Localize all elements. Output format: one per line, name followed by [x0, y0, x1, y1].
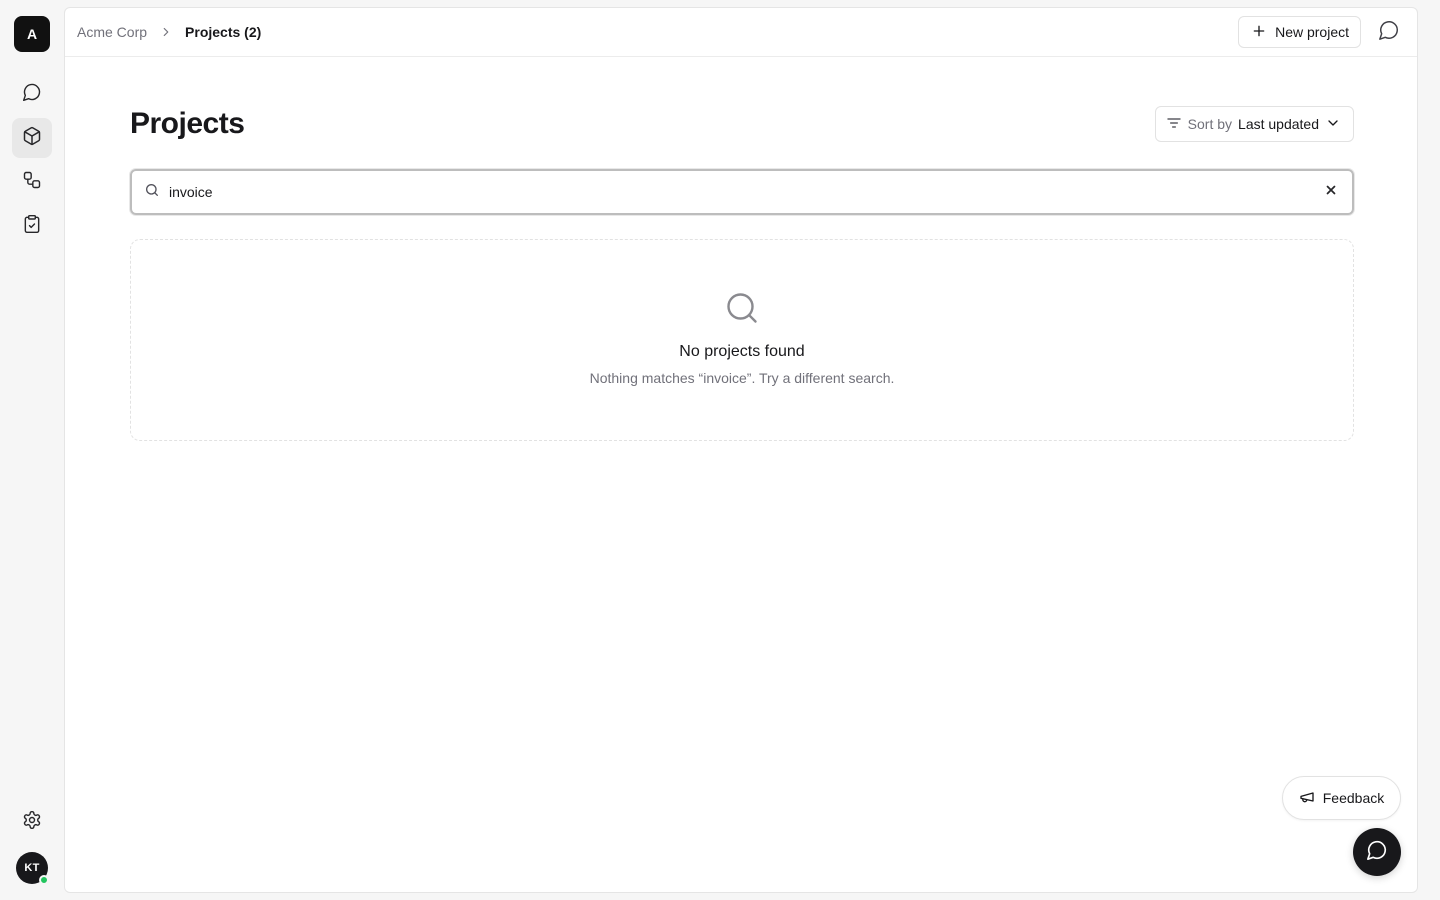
sort-value: Last updated	[1238, 116, 1319, 132]
settings-button[interactable]	[12, 802, 52, 842]
search-icon	[724, 290, 760, 326]
breadcrumb-root[interactable]: Acme Corp	[77, 24, 147, 40]
topbar-actions: New project	[1238, 16, 1405, 48]
new-project-button[interactable]: New project	[1238, 16, 1361, 48]
sidebar-item-workflows[interactable]	[12, 162, 52, 202]
content-header: Projects Sort by Last updated	[130, 106, 1354, 142]
plus-icon	[1251, 23, 1267, 42]
chevron-right-icon	[159, 25, 173, 39]
sidebar-item-tasks[interactable]	[12, 206, 52, 246]
filter-lines-icon	[1166, 115, 1182, 134]
sidebar-nav	[12, 74, 52, 246]
org-logo[interactable]: A	[14, 16, 50, 52]
empty-state-title: No projects found	[679, 343, 805, 360]
feedback-button[interactable]: Feedback	[1282, 776, 1401, 820]
workflow-icon	[22, 170, 42, 195]
search-input[interactable]	[169, 184, 1322, 200]
avatar[interactable]: KT	[16, 852, 49, 885]
sidebar: A KT	[0, 0, 64, 900]
page-title: Projects	[130, 107, 245, 140]
message-circle-icon	[1378, 19, 1400, 46]
assistant-button[interactable]	[1373, 16, 1405, 48]
search-box	[130, 169, 1354, 215]
main-panel: Acme Corp Projects (2) New project Proje…	[64, 7, 1418, 893]
gear-icon	[22, 810, 42, 835]
new-project-label: New project	[1275, 24, 1349, 40]
empty-state: No projects found Nothing matches “invoi…	[130, 239, 1354, 441]
feedback-label: Feedback	[1322, 790, 1385, 806]
search-icon	[144, 182, 160, 203]
presence-indicator	[39, 875, 49, 885]
breadcrumb-current: Projects (2)	[185, 24, 262, 40]
sidebar-item-projects[interactable]	[12, 118, 52, 158]
chevron-down-icon	[1325, 115, 1341, 134]
box-icon	[22, 126, 42, 151]
avatar-initials: KT	[24, 862, 40, 874]
chat-icon	[1366, 839, 1388, 866]
sort-label: Sort by	[1187, 116, 1233, 132]
megaphone-icon	[1299, 789, 1315, 808]
clear-search-button[interactable]	[1322, 183, 1340, 201]
sidebar-item-chat[interactable]	[12, 74, 52, 114]
breadcrumb: Acme Corp Projects (2)	[77, 24, 261, 40]
clipboard-check-icon	[22, 214, 42, 239]
topbar: Acme Corp Projects (2) New project	[65, 8, 1417, 57]
close-icon	[1324, 183, 1338, 202]
sort-dropdown[interactable]: Sort by Last updated	[1154, 106, 1354, 142]
chat-icon	[22, 82, 42, 107]
projects-content: Projects Sort by Last updated invoice No…	[130, 106, 1354, 441]
chat-launcher-button[interactable]	[1353, 828, 1401, 876]
empty-state-description: Nothing matches “invoice”. Try a differe…	[589, 370, 895, 386]
sidebar-bottom: KT	[0, 802, 64, 885]
